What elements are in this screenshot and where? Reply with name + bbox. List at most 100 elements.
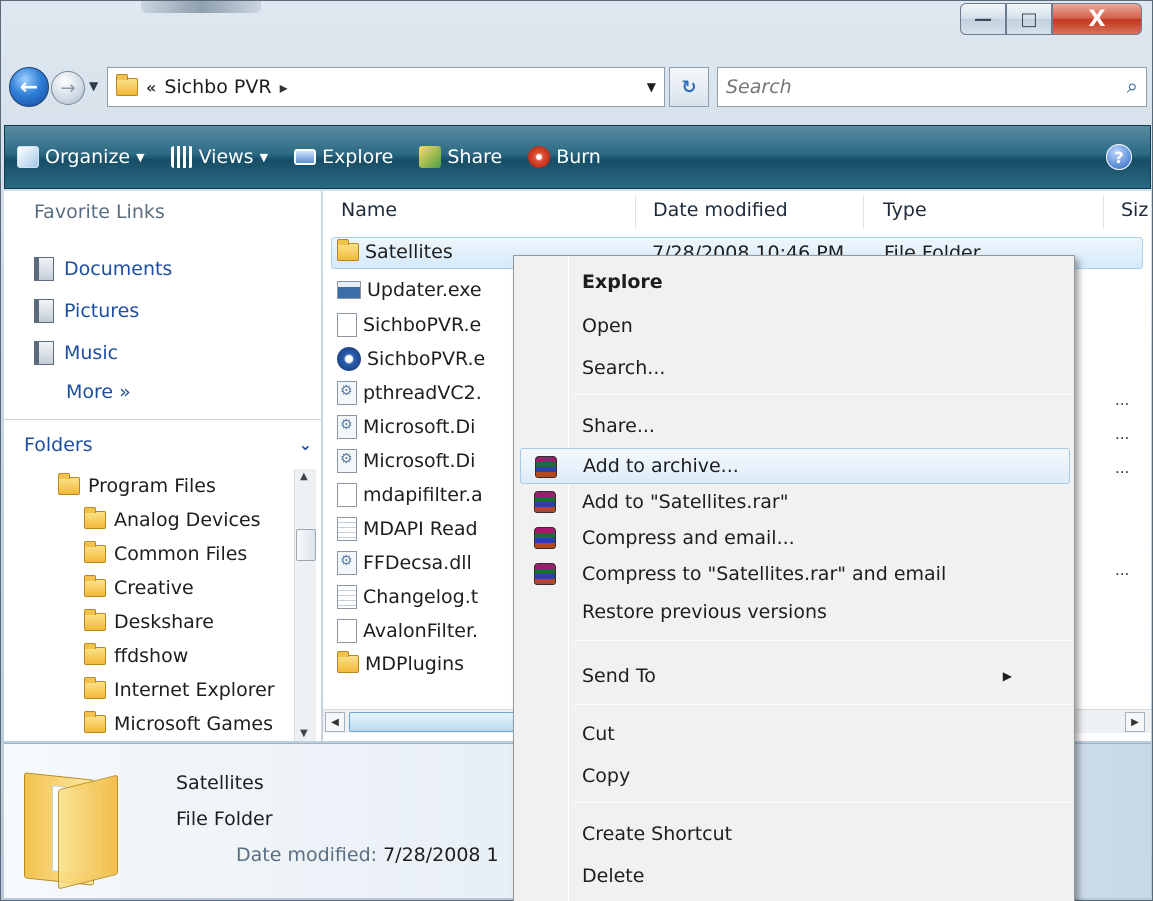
- maximize-button[interactable]: □: [1006, 3, 1052, 35]
- menu-item-cut[interactable]: Cut: [568, 716, 1070, 752]
- chevron-down-icon[interactable]: ⌄: [299, 435, 312, 454]
- list-item[interactable]: SichboPVR.e: [337, 347, 485, 371]
- more-links[interactable]: More »: [66, 381, 131, 403]
- address-bar[interactable]: « Sichbo PVR ▸ ▼: [107, 67, 665, 107]
- tree-item-deskshare[interactable]: Deskshare: [84, 609, 214, 633]
- column-divider[interactable]: [635, 195, 636, 229]
- list-item[interactable]: mdapifilter.a: [337, 483, 483, 507]
- list-item[interactable]: Microsoft.Di: [337, 415, 475, 439]
- folder-icon: [337, 239, 359, 261]
- tree-item-creative[interactable]: Creative: [84, 575, 194, 599]
- favorite-links-heading: Favorite Links: [34, 201, 165, 223]
- back-button[interactable]: ←: [9, 67, 49, 107]
- scroll-up-icon[interactable]: ▲: [300, 471, 308, 482]
- breadcrumb-sichbo-pvr[interactable]: Sichbo PVR: [164, 76, 271, 98]
- title-bar[interactable]: — □ X: [1, 1, 1152, 53]
- explore-label: Explore: [322, 146, 394, 168]
- tree-item-label: Microsoft Games: [114, 713, 273, 735]
- dll-icon: [337, 449, 357, 473]
- column-divider[interactable]: [863, 195, 864, 229]
- minimize-button[interactable]: —: [960, 3, 1006, 35]
- menu-item-add-to-rar[interactable]: Add to "Satellites.rar": [520, 484, 1070, 520]
- column-header-type[interactable]: Type: [883, 199, 927, 221]
- size-truncated: ...: [1115, 459, 1130, 477]
- share-label: Share: [447, 146, 503, 168]
- refresh-icon: ↻: [681, 76, 697, 98]
- search-input[interactable]: [726, 76, 1106, 98]
- menu-item-explore[interactable]: Explore: [568, 264, 1070, 300]
- forward-button[interactable]: →: [51, 71, 85, 105]
- column-divider[interactable]: [1103, 195, 1104, 229]
- menu-item-share[interactable]: Share...: [568, 408, 1070, 444]
- organize-button[interactable]: Organize ▼: [17, 146, 145, 168]
- winrar-icon: [535, 456, 557, 478]
- list-item[interactable]: Satellites: [337, 239, 453, 263]
- list-item[interactable]: MDAPI Read: [337, 517, 478, 541]
- scroll-left-icon[interactable]: ◀: [325, 712, 345, 732]
- explore-button[interactable]: Explore: [294, 146, 393, 168]
- tree-item-ffdshow[interactable]: ffdshow: [84, 643, 188, 667]
- menu-item-send-to[interactable]: Send To ▶: [568, 658, 1070, 694]
- large-folder-icon: [24, 764, 136, 890]
- command-bar: Organize ▼ Views ▼ Explore Share Burn ?: [4, 125, 1151, 189]
- tree-item-internet-explorer[interactable]: Internet Explorer: [84, 677, 275, 701]
- menu-item-compress-to-rar-and-email[interactable]: Compress to "Satellites.rar" and email: [520, 556, 1070, 592]
- menu-item-delete[interactable]: Delete: [568, 858, 1070, 894]
- folder-icon: [84, 541, 106, 563]
- address-dropdown[interactable]: ▼: [647, 80, 656, 94]
- tree-item-program-files[interactable]: Program Files: [58, 473, 216, 497]
- close-button[interactable]: X: [1052, 3, 1142, 35]
- favorite-pictures[interactable]: Pictures: [34, 299, 139, 323]
- folders-header[interactable]: Folders ⌄: [4, 419, 322, 469]
- organize-icon: [17, 146, 39, 168]
- help-button[interactable]: ?: [1106, 144, 1132, 170]
- list-item[interactable]: pthreadVC2.: [337, 381, 482, 405]
- menu-item-label: Compress to "Satellites.rar" and email: [582, 563, 947, 585]
- share-button[interactable]: Share: [419, 146, 502, 168]
- tree-item-common-files[interactable]: Common Files: [84, 541, 247, 565]
- menu-item-copy[interactable]: Copy: [568, 758, 1070, 794]
- winrar-icon: [534, 491, 556, 513]
- favorite-music[interactable]: Music: [34, 341, 118, 365]
- menu-item-add-to-archive[interactable]: Add to archive...: [520, 448, 1070, 484]
- menu-item-open[interactable]: Open: [568, 308, 1070, 344]
- views-label: Views: [198, 146, 254, 168]
- menu-item-create-shortcut[interactable]: Create Shortcut: [568, 816, 1070, 852]
- menu-item-restore-previous-versions[interactable]: Restore previous versions: [568, 594, 1070, 630]
- menu-item-search[interactable]: Search...: [568, 350, 1070, 386]
- burn-button[interactable]: Burn: [528, 146, 601, 168]
- scrollbar-thumb[interactable]: [296, 529, 316, 561]
- views-button[interactable]: Views ▼: [170, 146, 268, 168]
- favorite-documents[interactable]: Documents: [34, 257, 172, 281]
- tree-item-microsoft-games[interactable]: Microsoft Games: [84, 711, 273, 735]
- size-truncated: ...: [1115, 561, 1130, 579]
- tree-item-label: Internet Explorer: [114, 679, 275, 701]
- file-name: MDAPI Read: [363, 518, 478, 540]
- column-header-size[interactable]: Siz: [1121, 199, 1148, 221]
- list-item[interactable]: MDPlugins: [337, 651, 464, 675]
- scroll-right-icon[interactable]: ▶: [1125, 712, 1145, 732]
- list-item[interactable]: Updater.exe: [337, 279, 482, 301]
- list-item[interactable]: SichboPVR.e: [337, 313, 481, 337]
- column-header-date-modified[interactable]: Date modified: [653, 199, 788, 221]
- folder-tree-scrollbar[interactable]: ▲ ▼: [294, 469, 316, 741]
- music-icon: [34, 341, 54, 365]
- menu-separator: [574, 394, 1070, 395]
- column-header-name[interactable]: Name: [341, 199, 397, 221]
- menu-item-compress-and-email[interactable]: Compress and email...: [520, 520, 1070, 556]
- list-item[interactable]: Changelog.t: [337, 585, 478, 609]
- list-item[interactable]: AvalonFilter.: [337, 619, 478, 643]
- list-item[interactable]: FFDecsa.dll: [337, 551, 472, 575]
- chevron-down-icon: ▼: [136, 150, 145, 164]
- list-item[interactable]: Microsoft.Di: [337, 449, 475, 473]
- navigation-pane: Favorite Links Documents Pictures Music …: [4, 191, 322, 741]
- refresh-button[interactable]: ↻: [669, 67, 709, 107]
- recent-pages-dropdown[interactable]: ▼: [89, 79, 98, 93]
- scroll-down-icon[interactable]: ▼: [300, 728, 308, 739]
- breadcrumb-arrow-icon[interactable]: ▸: [280, 78, 288, 97]
- tree-item-analog-devices[interactable]: Analog Devices: [84, 507, 261, 531]
- folder-icon: [58, 473, 80, 495]
- search-icon[interactable]: ⌕: [1127, 74, 1138, 98]
- explore-icon: [294, 149, 317, 165]
- overflow-chevron[interactable]: «: [146, 78, 156, 97]
